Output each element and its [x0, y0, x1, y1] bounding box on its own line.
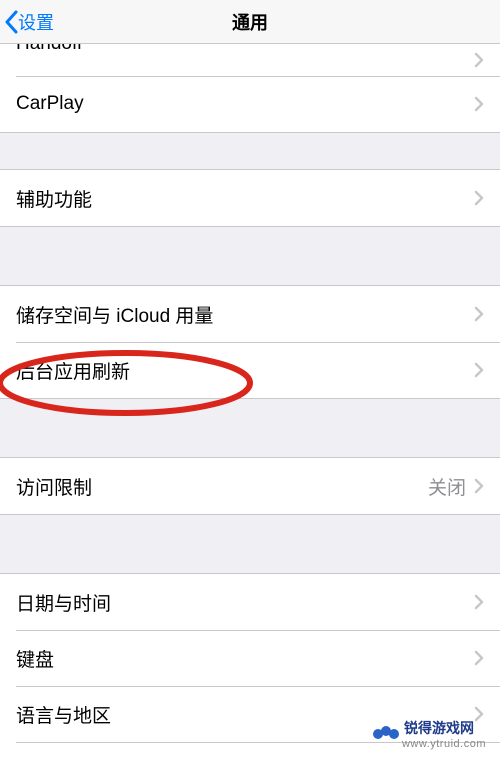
- row-background-refresh[interactable]: 后台应用刷新: [0, 342, 500, 398]
- back-button[interactable]: 设置: [0, 0, 54, 43]
- group-handoff-carplay: Handoff CarPlay: [0, 44, 500, 133]
- page-title: 通用: [0, 9, 500, 35]
- row-label: 日期与时间: [16, 589, 474, 616]
- row-keyboard[interactable]: 键盘: [0, 630, 500, 686]
- row-label: 储存空间与 iCloud 用量: [16, 301, 474, 328]
- row-label: 后台应用刷新: [16, 357, 474, 384]
- group-accessibility: 辅助功能: [0, 169, 500, 227]
- row-storage-icloud[interactable]: 储存空间与 iCloud 用量: [0, 286, 500, 342]
- chevron-right-icon: [474, 594, 484, 610]
- row-carplay[interactable]: CarPlay: [0, 76, 500, 132]
- watermark-logo-icon: [374, 725, 398, 743]
- group-storage-refresh: 储存空间与 iCloud 用量 后台应用刷新: [0, 285, 500, 399]
- row-label: CarPlay: [16, 93, 474, 115]
- chevron-right-icon: [474, 650, 484, 666]
- chevron-left-icon: [4, 10, 18, 34]
- navbar: 设置 通用: [0, 0, 500, 44]
- row-value: 关闭: [428, 473, 466, 500]
- watermark-brand: 锐得游戏网: [404, 718, 486, 738]
- chevron-right-icon: [474, 190, 484, 206]
- chevron-right-icon: [474, 96, 484, 112]
- watermark-url: www.ytruid.com: [402, 738, 486, 750]
- chevron-right-icon: [474, 478, 484, 494]
- row-handoff[interactable]: Handoff: [0, 44, 500, 76]
- chevron-right-icon: [474, 306, 484, 322]
- row-label: 辅助功能: [16, 185, 474, 212]
- row-accessibility[interactable]: 辅助功能: [0, 170, 500, 226]
- watermark: 锐得游戏网 www.ytruid.com: [368, 716, 492, 752]
- row-label: Handoff: [16, 44, 474, 55]
- chevron-right-icon: [474, 362, 484, 378]
- row-label: 键盘: [16, 645, 474, 672]
- back-label: 设置: [18, 9, 54, 35]
- chevron-right-icon: [474, 52, 484, 68]
- group-restrictions: 访问限制 关闭: [0, 457, 500, 515]
- row-restrictions[interactable]: 访问限制 关闭: [0, 458, 500, 514]
- row-label: 访问限制: [16, 473, 428, 500]
- row-datetime[interactable]: 日期与时间: [0, 574, 500, 630]
